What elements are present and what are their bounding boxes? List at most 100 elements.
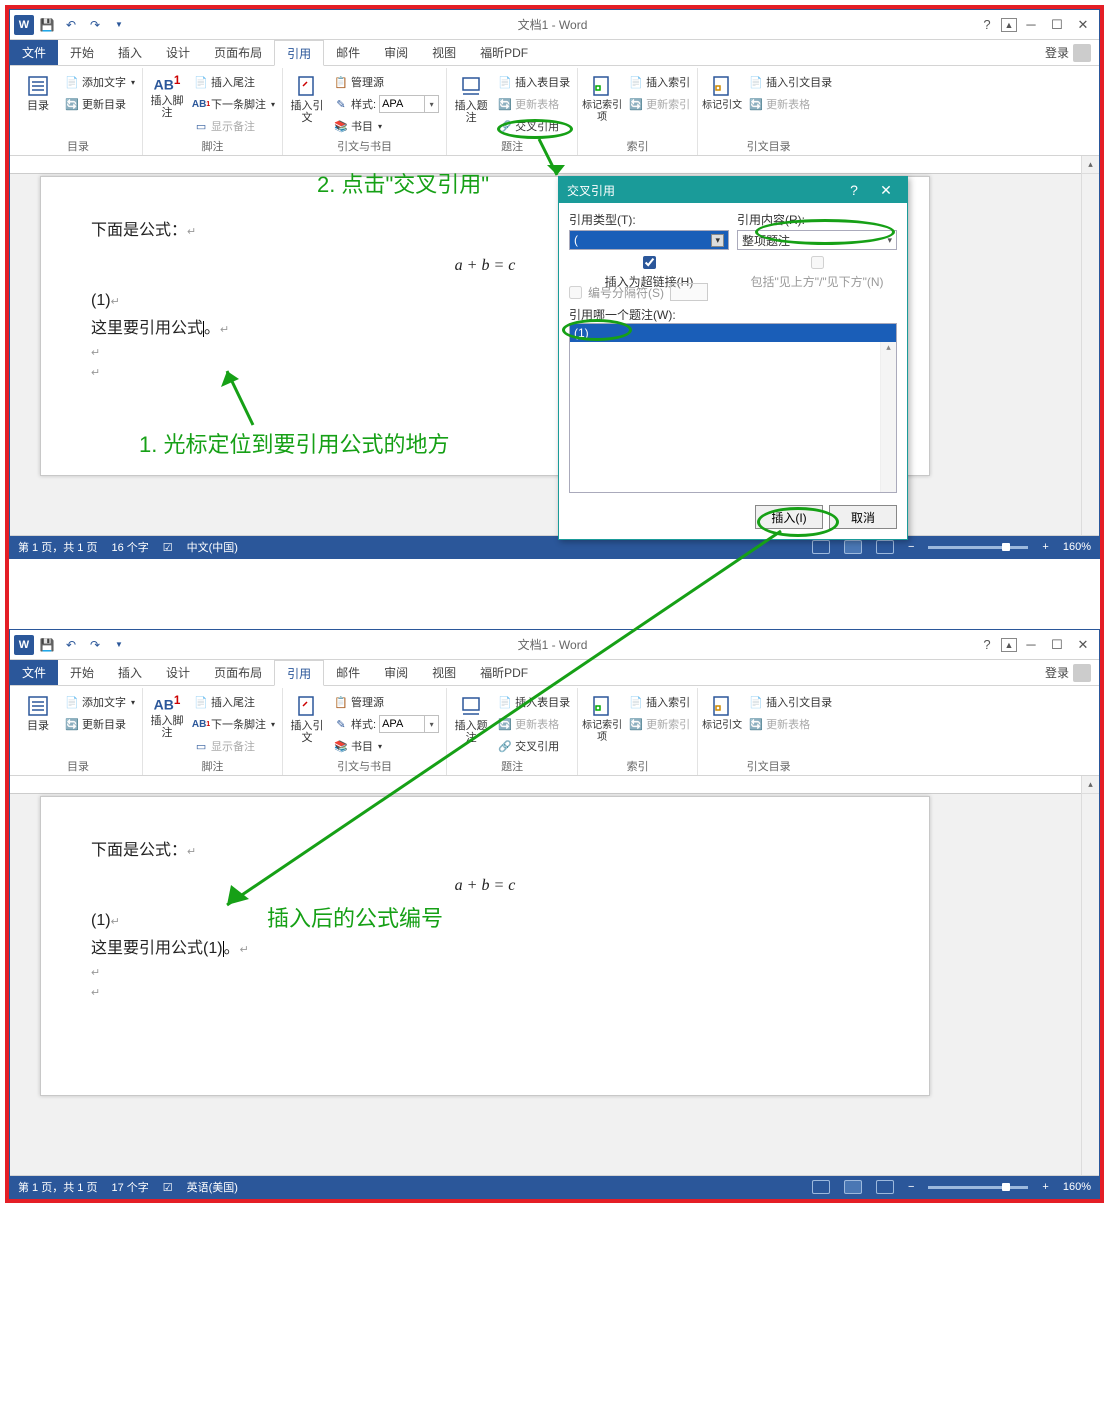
style-combo-input[interactable] bbox=[379, 715, 425, 733]
save-button[interactable]: 💾 bbox=[36, 634, 58, 656]
insert-caption-button[interactable]: 插入题注 bbox=[451, 70, 491, 124]
add-text-button[interactable]: 📄添加文字▾ bbox=[62, 72, 138, 92]
cross-reference-button[interactable]: 🔗交叉引用 bbox=[495, 116, 573, 136]
redo-button[interactable]: ↷ bbox=[84, 634, 106, 656]
zoom-slider[interactable] bbox=[928, 1186, 1028, 1189]
language-indicator[interactable]: 英语(美国) bbox=[187, 1179, 238, 1195]
tab-insert[interactable]: 插入 bbox=[106, 660, 154, 685]
tab-file[interactable]: 文件 bbox=[10, 40, 58, 65]
help-icon[interactable]: ? bbox=[975, 14, 999, 36]
page-indicator[interactable]: 第 1 页，共 1 页 bbox=[18, 1179, 97, 1195]
maximize-button[interactable]: ☐ bbox=[1045, 634, 1069, 656]
maximize-button[interactable]: ☐ bbox=[1045, 14, 1069, 36]
tab-foxitpdf[interactable]: 福昕PDF bbox=[468, 660, 540, 685]
spellcheck-icon[interactable]: ☑ bbox=[163, 541, 173, 554]
view-web-icon[interactable] bbox=[876, 540, 894, 554]
tab-layout[interactable]: 页面布局 bbox=[202, 40, 274, 65]
cross-reference-button[interactable]: 🔗交叉引用 bbox=[495, 736, 573, 756]
mark-entry-button[interactable]: 标记索引项 bbox=[582, 70, 622, 124]
show-notes-button[interactable]: ▭显示备注 bbox=[191, 736, 278, 756]
zoom-level[interactable]: 160% bbox=[1063, 1181, 1091, 1193]
caption-list-item[interactable]: (1) bbox=[570, 324, 896, 342]
tab-view[interactable]: 视图 bbox=[420, 660, 468, 685]
tab-file[interactable]: 文件 bbox=[10, 660, 58, 685]
insert-tof-button[interactable]: 📄插入表目录 bbox=[495, 72, 573, 92]
mark-citation-button[interactable]: 标记引文 bbox=[702, 70, 742, 112]
redo-button[interactable]: ↷ bbox=[84, 14, 106, 36]
tab-review[interactable]: 审阅 bbox=[372, 660, 420, 685]
style-combo-dropdown[interactable]: ▾ bbox=[425, 95, 439, 113]
page-indicator[interactable]: 第 1 页，共 1 页 bbox=[18, 539, 97, 555]
update-toc-button[interactable]: 🔄更新目录 bbox=[62, 94, 138, 114]
tab-home[interactable]: 开始 bbox=[58, 40, 106, 65]
insert-footnote-button[interactable]: AB1 插入脚注 bbox=[147, 690, 187, 739]
insert-endnote-button[interactable]: 📄插入尾注 bbox=[191, 692, 278, 712]
update-toa-button[interactable]: 🔄更新表格 bbox=[746, 714, 835, 734]
zoom-out-button[interactable]: − bbox=[908, 1181, 914, 1193]
update-tof-button[interactable]: 🔄更新表格 bbox=[495, 714, 573, 734]
mark-entry-button[interactable]: 标记索引项 bbox=[582, 690, 622, 744]
close-button[interactable]: ✕ bbox=[1071, 634, 1095, 656]
toc-button[interactable]: 目录 bbox=[18, 70, 58, 112]
insert-tof-button[interactable]: 📄插入表目录 bbox=[495, 692, 573, 712]
style-combo-input[interactable] bbox=[379, 95, 425, 113]
insert-toa-button[interactable]: 📄插入引文目录 bbox=[746, 72, 835, 92]
tab-layout[interactable]: 页面布局 bbox=[202, 660, 274, 685]
word-count[interactable]: 17 个字 bbox=[111, 1179, 148, 1195]
ref-type-select[interactable]: (▾ bbox=[569, 230, 729, 250]
ruler[interactable] bbox=[10, 156, 1099, 174]
save-button[interactable]: 💾 bbox=[36, 14, 58, 36]
ribbon-collapse-icon[interactable]: ▲ bbox=[1001, 638, 1017, 652]
insert-toa-button[interactable]: 📄插入引文目录 bbox=[746, 692, 835, 712]
update-index-button[interactable]: 🔄更新索引 bbox=[626, 714, 693, 734]
minimize-button[interactable]: ─ bbox=[1019, 14, 1043, 36]
tab-references[interactable]: 引用 bbox=[274, 660, 324, 686]
insert-button[interactable]: 插入(I) bbox=[755, 505, 823, 529]
vertical-scrollbar[interactable]: ▴ bbox=[1081, 776, 1099, 1175]
minimize-button[interactable]: ─ bbox=[1019, 634, 1043, 656]
qat-customize[interactable]: ▼ bbox=[108, 14, 130, 36]
update-toa-button[interactable]: 🔄更新表格 bbox=[746, 94, 835, 114]
zoom-in-button[interactable]: + bbox=[1042, 1181, 1048, 1193]
citation-style[interactable]: ✎样式: ▾ bbox=[331, 94, 442, 114]
zoom-in-button[interactable]: + bbox=[1042, 541, 1048, 553]
bibliography-button[interactable]: 📚书目▾ bbox=[331, 116, 442, 136]
view-read-icon[interactable] bbox=[812, 540, 830, 554]
update-tof-button[interactable]: 🔄更新表格 bbox=[495, 94, 573, 114]
document-page[interactable]: 下面是公式：↵ a + b = c (1)↵ 这里要引用公式(1)。↵ ↵ ↵ bbox=[40, 796, 930, 1096]
update-index-button[interactable]: 🔄更新索引 bbox=[626, 94, 693, 114]
ribbon-collapse-icon[interactable]: ▲ bbox=[1001, 18, 1017, 32]
dialog-titlebar[interactable]: 交叉引用 ? ✕ bbox=[559, 177, 907, 203]
next-footnote-button[interactable]: AB1下一条脚注▾ bbox=[191, 714, 278, 734]
undo-button[interactable]: ↶ bbox=[60, 634, 82, 656]
show-notes-button[interactable]: ▭显示备注 bbox=[191, 116, 278, 136]
list-scrollbar[interactable]: ▴ bbox=[880, 342, 896, 493]
add-text-button[interactable]: 📄添加文字▾ bbox=[62, 692, 138, 712]
view-print-icon[interactable] bbox=[844, 540, 862, 554]
tab-design[interactable]: 设计 bbox=[154, 660, 202, 685]
ruler[interactable] bbox=[10, 776, 1099, 794]
view-web-icon[interactable] bbox=[876, 1180, 894, 1194]
view-print-icon[interactable] bbox=[844, 1180, 862, 1194]
insert-caption-button[interactable]: 插入题注 bbox=[451, 690, 491, 744]
view-read-icon[interactable] bbox=[812, 1180, 830, 1194]
manage-sources-button[interactable]: 📋管理源 bbox=[331, 72, 442, 92]
spellcheck-icon[interactable]: ☑ bbox=[163, 1181, 173, 1194]
insert-footnote-button[interactable]: AB1 插入脚注 bbox=[147, 70, 187, 119]
insert-index-button[interactable]: 📄插入索引 bbox=[626, 72, 693, 92]
undo-button[interactable]: ↶ bbox=[60, 14, 82, 36]
dialog-close-button[interactable]: ✕ bbox=[873, 182, 899, 199]
manage-sources-button[interactable]: 📋管理源 bbox=[331, 692, 442, 712]
dialog-help-button[interactable]: ? bbox=[841, 182, 867, 198]
caption-list[interactable]: (1) ▴ bbox=[569, 323, 897, 493]
tab-review[interactable]: 审阅 bbox=[372, 40, 420, 65]
toc-button[interactable]: 目录 bbox=[18, 690, 58, 732]
help-icon[interactable]: ? bbox=[975, 634, 999, 656]
zoom-out-button[interactable]: − bbox=[908, 541, 914, 553]
word-count[interactable]: 16 个字 bbox=[111, 539, 148, 555]
mark-citation-button[interactable]: 标记引文 bbox=[702, 690, 742, 732]
tab-insert[interactable]: 插入 bbox=[106, 40, 154, 65]
insert-citation-button[interactable]: 插入引文 bbox=[287, 690, 327, 744]
tab-references[interactable]: 引用 bbox=[274, 40, 324, 66]
ref-content-select[interactable]: 整项题注▾ bbox=[737, 230, 897, 250]
